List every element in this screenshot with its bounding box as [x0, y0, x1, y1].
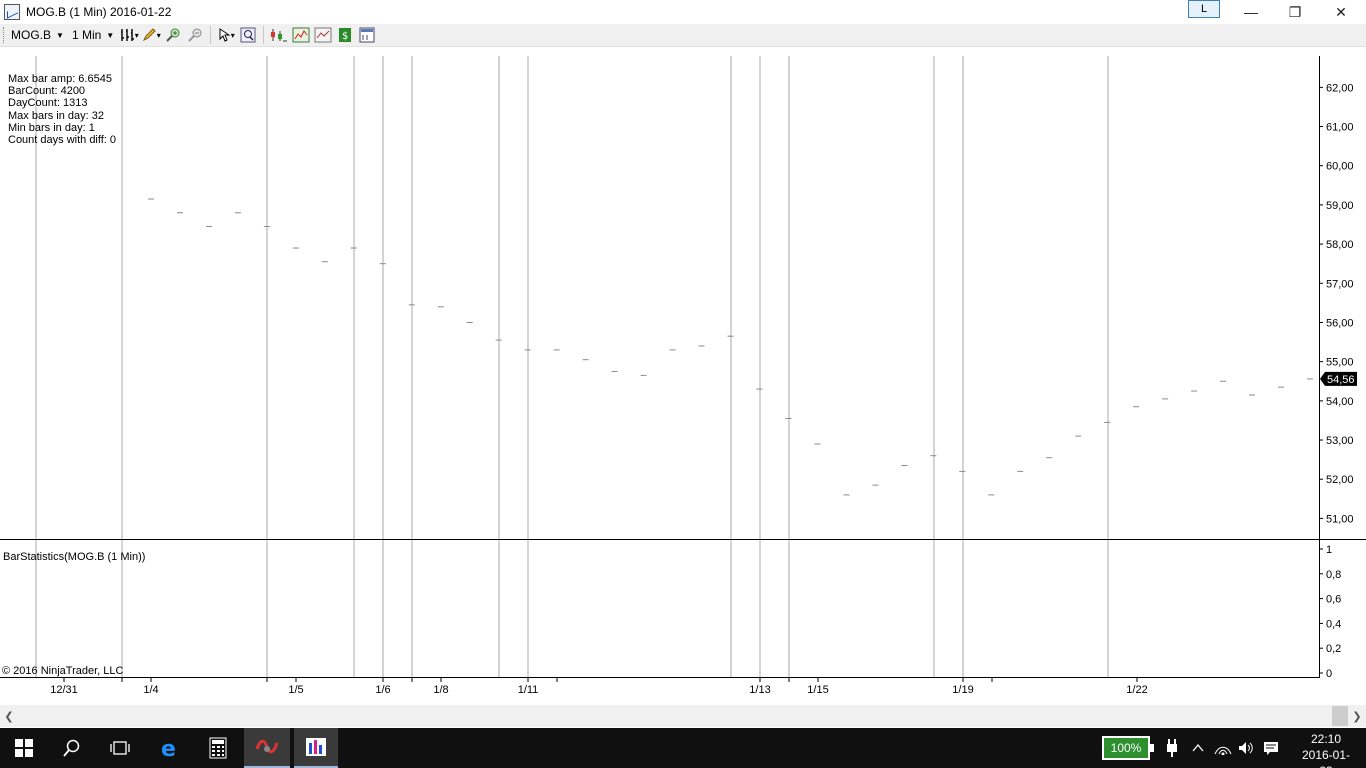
y-tick-label: 56,00: [1326, 317, 1354, 329]
cursor-select-icon[interactable]: [215, 25, 237, 45]
bar-statistics-readout: Max bar amp: 6.6545 BarCount: 4200 DayCo…: [8, 73, 116, 146]
y-tick-label: 58,00: [1326, 239, 1354, 251]
strategies-icon[interactable]: [268, 25, 290, 45]
x-tick-label: 1/6: [375, 684, 390, 696]
y-tick-label: 61,00: [1326, 122, 1354, 134]
y-tick-label: 53,00: [1326, 435, 1354, 447]
indicators-icon[interactable]: [290, 25, 312, 45]
minimize-button[interactable]: —: [1228, 0, 1274, 24]
magnifier-icon[interactable]: [237, 25, 259, 45]
indicator-tick-label: 1: [1326, 544, 1332, 556]
chevron-down-icon: ▼: [106, 30, 115, 40]
indicator-tick-label: 0: [1326, 668, 1332, 680]
chevron-up-icon[interactable]: [1188, 728, 1208, 768]
chevron-down-icon: ▼: [56, 30, 64, 40]
y-tick-label: 59,00: [1326, 200, 1354, 212]
svg-text:$: $: [342, 31, 348, 42]
instrument-label: MOG.B: [11, 28, 52, 42]
price-chart-svg[interactable]: 62,00 61,00 60,00 59,00 58,00 57,00 56,00 55,00…: [0, 48, 1366, 705]
toolbar-separator: [263, 26, 265, 44]
x-tick-label: 1/15: [807, 684, 828, 696]
scroll-left-arrow-icon[interactable]: ❮: [2, 708, 16, 724]
zoom-in-icon[interactable]: [162, 25, 184, 45]
indicator-tick-label: 0,4: [1326, 618, 1341, 630]
zoom-out-icon[interactable]: [184, 25, 206, 45]
y-tick-label: 57,00: [1326, 278, 1354, 290]
y-tick-label: 62,00: [1326, 82, 1354, 94]
speaker-icon[interactable]: [1236, 728, 1256, 768]
indicator-tick-label: 0,2: [1326, 643, 1341, 655]
x-tick-label: 1/19: [952, 684, 973, 696]
link-button[interactable]: L: [1188, 0, 1220, 18]
window-title: MOG.B (1 Min) 2016-01-22: [26, 5, 172, 19]
horizontal-scrollbar[interactable]: ❮ ❯: [0, 705, 1366, 727]
stat-count-days-with-diff: Count days with diff: 0: [8, 134, 117, 147]
last-price-label: 54,56: [1327, 374, 1355, 386]
stat-max-bar-amp: Max bar amp: 6.6545: [8, 73, 112, 85]
x-tick-label: 1/11: [518, 684, 539, 696]
task-view-icon[interactable]: [100, 728, 140, 768]
edge-browser-icon[interactable]: e: [148, 728, 192, 768]
indicator-tick-label: 0,8: [1326, 569, 1341, 581]
close-button[interactable]: ✕: [1318, 0, 1364, 24]
start-windows-icon[interactable]: [4, 728, 44, 768]
chart-properties-icon[interactable]: [312, 25, 334, 45]
toolbar-separator: [210, 26, 212, 44]
power-plug-icon[interactable]: [1160, 728, 1184, 768]
y-tick-label: 55,00: [1326, 357, 1354, 369]
scrollbar-thumb[interactable]: [1332, 706, 1348, 726]
copyright-text: © 2016 NinjaTrader, LLC: [2, 665, 124, 677]
chart-toolbar: MOG.B ▼ 1 Min ▼ ▾ ▾ ▾ $: [0, 24, 1366, 47]
search-icon[interactable]: [52, 728, 92, 768]
taskbar-clock[interactable]: 22:10 2016-01-23: [1296, 731, 1356, 768]
indicator-tick-label: 0,6: [1326, 594, 1341, 606]
windows-taskbar: e 100% 22:10 2016-01-23: [0, 728, 1366, 768]
stat-day-count: DayCount: 1313: [8, 97, 88, 110]
clock-date: 2016-01-23: [1301, 748, 1351, 768]
svg-text:e: e: [161, 737, 176, 759]
clock-time: 22:10: [1310, 732, 1342, 746]
stat-min-bars-in-day: Min bars in day: 1: [8, 121, 95, 134]
battery-indicator[interactable]: 100%: [1102, 736, 1154, 760]
y-tick-label: 51,00: [1326, 513, 1354, 525]
wifi-icon[interactable]: [1212, 728, 1234, 768]
title-bar: MOG.B (1 Min) 2016-01-22 L — ❐ ✕: [0, 0, 1366, 24]
scroll-right-arrow-icon[interactable]: ❯: [1350, 708, 1364, 724]
bar-type-icon[interactable]: [118, 25, 140, 45]
x-tick-label: 1/13: [749, 684, 770, 696]
dollar-orders-icon[interactable]: $: [334, 25, 356, 45]
pencil-draw-icon[interactable]: [140, 25, 162, 45]
interval-selector[interactable]: 1 Min ▼: [68, 25, 118, 45]
chart-app-taskbar-icon[interactable]: [294, 728, 338, 768]
battery-percent: 100%: [1110, 741, 1142, 755]
indicator-label: BarStatistics(MOG.B (1 Min)): [3, 551, 146, 563]
x-tick-label: 1/22: [1126, 684, 1147, 696]
stat-bar-count: BarCount: 4200: [8, 85, 86, 98]
y-tick-label: 54,00: [1326, 396, 1354, 408]
chart-app-icon: [4, 4, 20, 20]
ninjatrader-chart-window: MOG.B (1 Min) 2016-01-22 L — ❐ ✕ MOG.B ▼ …: [0, 0, 1366, 768]
restore-button[interactable]: ❐: [1272, 0, 1318, 24]
data-box-icon[interactable]: [356, 25, 378, 45]
x-tick-label: 1/8: [433, 684, 448, 696]
interval-label: 1 Min: [71, 28, 102, 42]
ninjatrader-app-icon[interactable]: [244, 728, 290, 768]
y-tick-label: 52,00: [1326, 474, 1354, 486]
instrument-selector[interactable]: MOG.B ▼: [7, 25, 68, 45]
x-tick-label: 1/4: [143, 684, 158, 696]
x-tick-label: 12/31: [50, 684, 78, 696]
stat-max-bars-in-day: Max bars in day: 32: [8, 109, 104, 122]
y-tick-label: 60,00: [1326, 161, 1354, 173]
x-tick-label: 1/5: [288, 684, 303, 696]
notification-icon[interactable]: [1260, 728, 1282, 768]
calculator-icon[interactable]: [196, 728, 240, 768]
chart-panel[interactable]: 62,00 61,00 60,00 59,00 58,00 57,00 56,00 55,00…: [0, 48, 1366, 705]
